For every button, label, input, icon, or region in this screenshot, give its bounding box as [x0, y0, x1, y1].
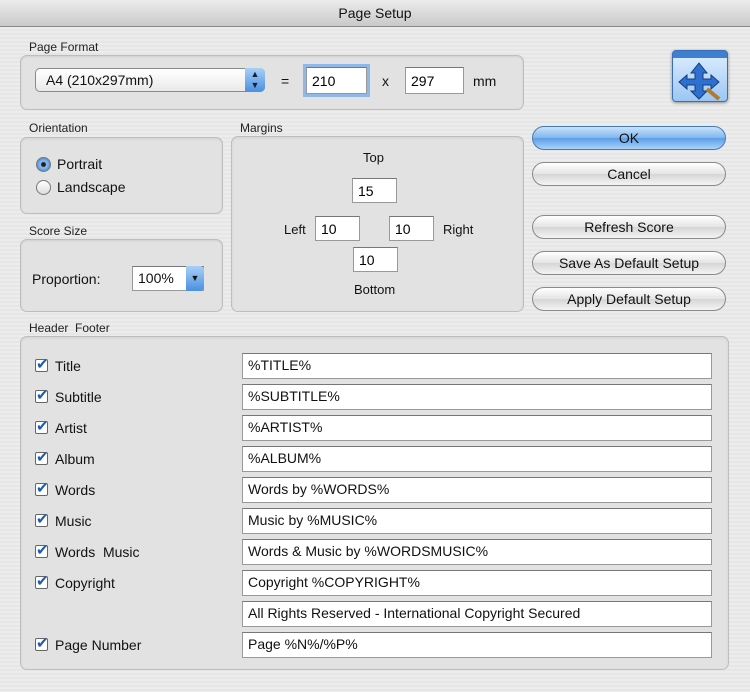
- copyright-checkbox-label: Copyright: [55, 575, 115, 591]
- page-height-input[interactable]: [405, 67, 464, 94]
- stepper-arrows-icon: ▲ ▼: [245, 68, 265, 92]
- save-as-default-button[interactable]: Save As Default Setup: [532, 251, 726, 275]
- equals-sign: =: [281, 73, 290, 89]
- times-sign: x: [382, 73, 389, 89]
- right-label: Right: [443, 222, 474, 237]
- words-checkbox-label: Words: [55, 482, 96, 498]
- landscape-label: Landscape: [57, 179, 126, 195]
- bottom-label: Bottom: [354, 282, 396, 297]
- copyright-text-field[interactable]: Copyright %COPYRIGHT%: [242, 570, 712, 596]
- artist-checkbox-label: Artist: [55, 420, 87, 436]
- page-format-select[interactable]: A4 (210x297mm) ▲ ▼: [35, 68, 265, 92]
- radio-unselected-icon: [36, 180, 51, 195]
- checkbox-checked-icon: [35, 417, 49, 435]
- checkbox-checked-icon: [35, 572, 49, 590]
- orientation-label: Orientation: [29, 121, 88, 135]
- page-format-value: A4 (210x297mm): [46, 72, 154, 88]
- checkbox-checked-icon: [35, 541, 49, 559]
- music-text-field[interactable]: Music by %MUSIC%: [242, 508, 712, 534]
- checkbox-checked-icon: [35, 634, 49, 652]
- proportion-combo[interactable]: 100% ▼: [132, 266, 204, 291]
- right-margin-input[interactable]: [389, 216, 434, 241]
- subtitle-text-field[interactable]: %SUBTITLE%: [242, 384, 712, 410]
- artist-text-field[interactable]: %ARTIST%: [242, 415, 712, 441]
- page-number-checkbox-label: Page Number: [55, 637, 142, 653]
- checkbox-checked-icon: [35, 479, 49, 497]
- proportion-value: 100%: [138, 270, 174, 286]
- checkbox-checked-icon: [35, 448, 49, 466]
- checkbox-checked-icon: [35, 510, 49, 528]
- title-text-field[interactable]: %TITLE%: [242, 353, 712, 379]
- margins-label: Margins: [240, 121, 283, 135]
- refresh-score-button[interactable]: Refresh Score: [532, 215, 726, 239]
- orientation-group: [20, 137, 223, 214]
- radio-selected-icon: [36, 157, 51, 172]
- chevron-down-icon[interactable]: ▼: [186, 266, 204, 291]
- ok-button[interactable]: OK: [532, 126, 726, 150]
- words-music-checkbox-label: Words Music: [55, 544, 140, 560]
- checkbox-checked-icon: [35, 386, 49, 404]
- page-format-label: Page Format: [29, 40, 99, 54]
- top-margin-input[interactable]: [352, 178, 397, 203]
- header-footer-label: Header Footer: [29, 321, 110, 335]
- portrait-label: Portrait: [57, 156, 103, 172]
- left-margin-input[interactable]: [315, 216, 360, 241]
- page-number-text-field[interactable]: Page %N%/%P%: [242, 632, 712, 658]
- words-text-field[interactable]: Words by %WORDS%: [242, 477, 712, 503]
- move-arrows-icon: [673, 51, 727, 101]
- words-music-text-field[interactable]: Words & Music by %WORDSMUSIC%: [242, 539, 712, 565]
- subtitle-checkbox-label: Subtitle: [55, 389, 102, 405]
- bottom-margin-input[interactable]: [353, 247, 398, 272]
- unit-label: mm: [473, 73, 497, 89]
- window-title: Page Setup: [338, 5, 412, 21]
- cancel-button[interactable]: Cancel: [532, 162, 726, 186]
- checkbox-checked-icon: [35, 355, 49, 373]
- top-label: Top: [363, 150, 384, 165]
- album-text-field[interactable]: %ALBUM%: [242, 446, 712, 472]
- title-checkbox-label: Title: [55, 358, 81, 374]
- left-label: Left: [284, 222, 306, 237]
- proportion-label: Proportion:: [32, 271, 101, 287]
- page-setup-icon[interactable]: [672, 50, 728, 102]
- page-width-input[interactable]: [303, 64, 370, 97]
- rights-text-field[interactable]: All Rights Reserved - International Copy…: [242, 601, 712, 627]
- score-size-label: Score Size: [29, 224, 88, 238]
- apply-default-button[interactable]: Apply Default Setup: [532, 287, 726, 311]
- music-checkbox-label: Music: [55, 513, 92, 529]
- title-bar: Page Setup: [0, 0, 750, 27]
- album-checkbox-label: Album: [55, 451, 95, 467]
